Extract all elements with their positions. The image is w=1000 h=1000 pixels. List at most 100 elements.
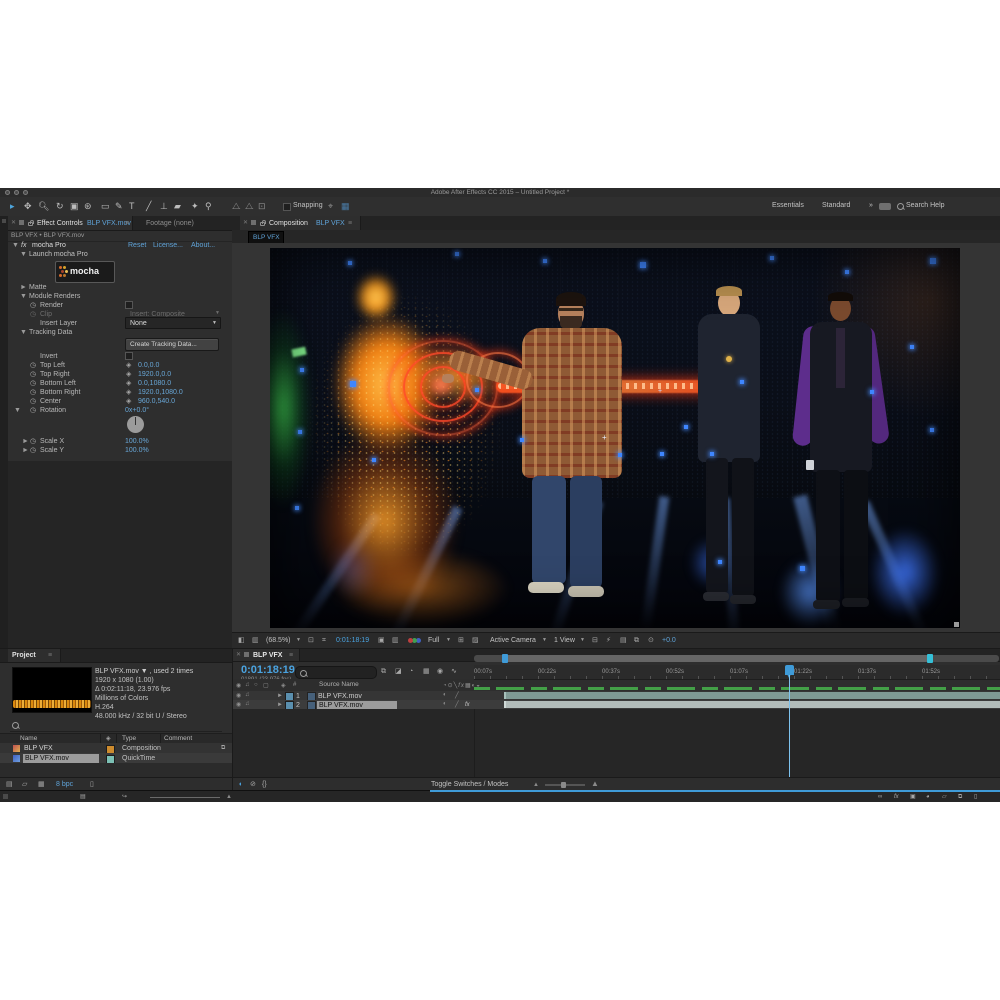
label-column-icon[interactable]: ◈ bbox=[281, 682, 286, 689]
effect-controls-tab-label[interactable]: Effect Controls bbox=[37, 220, 83, 227]
new-composition-icon[interactable]: ▦ bbox=[38, 781, 45, 788]
launch-expander[interactable]: ▼ bbox=[20, 251, 27, 258]
fast-previews-icon[interactable]: ⚡︎ bbox=[606, 637, 611, 644]
flowchart-icon[interactable]: ⧉ bbox=[221, 745, 225, 751]
chevron-down-icon[interactable]: ▼ bbox=[542, 638, 547, 643]
thumbnail-zoom-slider[interactable] bbox=[150, 797, 220, 798]
view-layout-select[interactable]: 1 View bbox=[554, 637, 575, 644]
new-item-icon[interactable]: ⧉ bbox=[958, 794, 962, 800]
chevron-down-icon[interactable]: ▼ bbox=[446, 638, 451, 643]
project-row-composition[interactable]: BLP VFX Composition ⧉ bbox=[0, 743, 232, 753]
stopwatch-icon[interactable]: ◷ bbox=[30, 311, 36, 318]
interpret-footage-icon[interactable]: ▤ bbox=[6, 781, 13, 788]
close-tab-icon[interactable]: ✕ bbox=[236, 652, 241, 658]
stopwatch-icon[interactable]: ◷ bbox=[30, 389, 36, 396]
item-name-selected[interactable]: BLP VFX.mov bbox=[23, 754, 99, 763]
effect-controls-tab[interactable]: ✕ Effect Controls BLP VFX.mov ≡ bbox=[8, 216, 133, 230]
footage-info[interactable]: BLP VFX.mov ▼ , used 2 times bbox=[95, 668, 193, 675]
draft-3d-icon[interactable]: ◪ bbox=[395, 668, 402, 675]
composition-tab-label[interactable]: Composition bbox=[269, 220, 308, 227]
zoom-tool-icon[interactable]: 🔍︎ bbox=[38, 201, 49, 212]
stopwatch-icon[interactable]: ◷ bbox=[30, 447, 36, 454]
keyframe-diamond-icon[interactable]: ◈ bbox=[126, 371, 131, 378]
layer-fx-switch[interactable]: fx bbox=[465, 702, 470, 708]
layer-duration-bar[interactable] bbox=[504, 692, 1000, 699]
region-of-interest-icon[interactable]: ⊞ bbox=[458, 637, 464, 644]
panel-menu-icon[interactable]: ≡ bbox=[348, 220, 352, 227]
trash-icon[interactable]: ▯ bbox=[974, 794, 977, 800]
column-comment[interactable]: Comment bbox=[164, 736, 192, 743]
roto-brush-tool-icon[interactable]: ✦ bbox=[191, 201, 199, 212]
stopwatch-icon[interactable]: ◷ bbox=[30, 380, 36, 387]
project-bit-depth[interactable]: 8 bpc bbox=[56, 781, 73, 788]
audio-column-icon[interactable]: ♫ bbox=[245, 682, 250, 688]
timeline-zoom-slider[interactable] bbox=[545, 784, 585, 786]
link-icon[interactable]: ∞ bbox=[878, 794, 882, 800]
label-column-icon[interactable]: ◈ bbox=[106, 736, 111, 742]
pan-behind-tool-icon[interactable]: ⊛ bbox=[84, 201, 92, 212]
viewer-timecode[interactable]: 0:01:18:19 bbox=[336, 637, 369, 644]
timeline-tab-label[interactable]: BLP VFX bbox=[253, 652, 282, 659]
timeline-navigator[interactable] bbox=[474, 655, 999, 662]
chevron-down-icon[interactable]: ▼ bbox=[580, 638, 585, 643]
exposure-value[interactable]: +0.0 bbox=[662, 637, 676, 644]
timeline-tab[interactable]: ✕ BLP VFX ≡ bbox=[233, 649, 300, 661]
render-checkbox[interactable] bbox=[125, 301, 133, 309]
param-value[interactable]: 1920.0,1080.0 bbox=[138, 389, 183, 396]
expand-layer-switches-icon[interactable]: ◖ bbox=[238, 781, 242, 788]
close-tab-icon[interactable]: ✕ bbox=[243, 220, 248, 226]
module-renders-expander[interactable]: ▼ bbox=[20, 293, 27, 300]
scale-x-expander[interactable]: ► bbox=[22, 438, 29, 445]
adjustment-layer-icon[interactable]: ◕ bbox=[926, 794, 930, 800]
item-name[interactable]: BLP VFX bbox=[24, 745, 53, 752]
frame-blending-icon[interactable]: ▦ bbox=[423, 668, 430, 675]
scale-y-value[interactable]: 100.0% bbox=[125, 447, 149, 454]
module-renders-group[interactable]: Module Renders bbox=[29, 293, 80, 300]
effect-name[interactable]: mocha Pro bbox=[32, 242, 66, 249]
fx-icon[interactable]: fx bbox=[894, 794, 899, 800]
snapping-checkbox[interactable] bbox=[283, 203, 291, 211]
stopwatch-icon[interactable]: ◷ bbox=[30, 371, 36, 378]
video-column-icon[interactable]: ◉ bbox=[236, 682, 241, 689]
composition-tab-target[interactable]: BLP VFX bbox=[316, 220, 345, 227]
mask-tool-icon[interactable]: ⧍ bbox=[245, 201, 253, 212]
search-help-icon[interactable] bbox=[897, 203, 904, 210]
mocha-launch-button[interactable]: mocha bbox=[55, 261, 115, 283]
show-snapshot-icon[interactable]: ▥ bbox=[392, 637, 399, 644]
hand-tool-icon[interactable]: ✥ bbox=[24, 201, 32, 212]
grid-guides-icon[interactable]: ⌗ bbox=[322, 637, 326, 644]
layer-expander[interactable]: ► bbox=[277, 693, 283, 699]
new-folder-icon[interactable]: ▱ bbox=[22, 781, 27, 788]
rotation-dial[interactable] bbox=[127, 416, 144, 433]
effect-expander[interactable]: ▼ bbox=[12, 242, 19, 249]
camera-tool-icon[interactable]: ▣ bbox=[70, 201, 79, 212]
insert-layer-dropdown[interactable]: None ▼ bbox=[125, 317, 221, 329]
stopwatch-icon[interactable]: ◷ bbox=[30, 398, 36, 405]
snap-options-icon[interactable]: ⌖ bbox=[328, 201, 333, 212]
frame-resize-handle[interactable] bbox=[954, 622, 959, 627]
layer-quality-icon[interactable]: ◐ bbox=[443, 701, 447, 707]
zoom-level[interactable]: (68.5%) bbox=[266, 637, 291, 644]
search-help-label[interactable]: Search Help bbox=[906, 202, 945, 209]
dock-handle-icon[interactable] bbox=[2, 219, 6, 223]
clone-stamp-tool-icon[interactable]: ⊥ bbox=[160, 201, 168, 212]
eraser-tool-icon[interactable]: ▰ bbox=[174, 201, 181, 212]
workspace-essentials[interactable]: Essentials bbox=[772, 202, 804, 209]
brush-tool-icon[interactable]: ╱ bbox=[146, 201, 151, 212]
toggle-switches-modes-button[interactable]: Toggle Switches / Modes bbox=[431, 781, 508, 788]
time-ruler[interactable]: 00:07s 00:22s 00:37s 00:52s 01:07s 01:22… bbox=[474, 665, 1000, 680]
motion-blur-icon[interactable]: ◉ bbox=[437, 668, 443, 675]
fx-badge-icon[interactable]: fx bbox=[21, 242, 26, 249]
stopwatch-icon[interactable]: ◷ bbox=[30, 362, 36, 369]
magnification-icon[interactable]: ▥ bbox=[252, 637, 259, 644]
mask-icon[interactable]: ▣ bbox=[910, 794, 916, 800]
layer-audio-icon[interactable]: ♫ bbox=[245, 692, 250, 698]
tracker-tool-icon[interactable]: ⊡ bbox=[258, 201, 266, 212]
param-value[interactable]: 960.0,540.0 bbox=[138, 398, 175, 405]
always-preview-icon[interactable]: ◧ bbox=[238, 637, 245, 644]
reset-link[interactable]: Reset bbox=[128, 242, 146, 249]
expand-inout-icon[interactable]: {} bbox=[262, 781, 267, 788]
matte-expander[interactable]: ► bbox=[20, 284, 27, 291]
keyframe-diamond-icon[interactable]: ◈ bbox=[126, 380, 131, 387]
reset-exposure-icon[interactable]: ⊙ bbox=[648, 637, 654, 644]
